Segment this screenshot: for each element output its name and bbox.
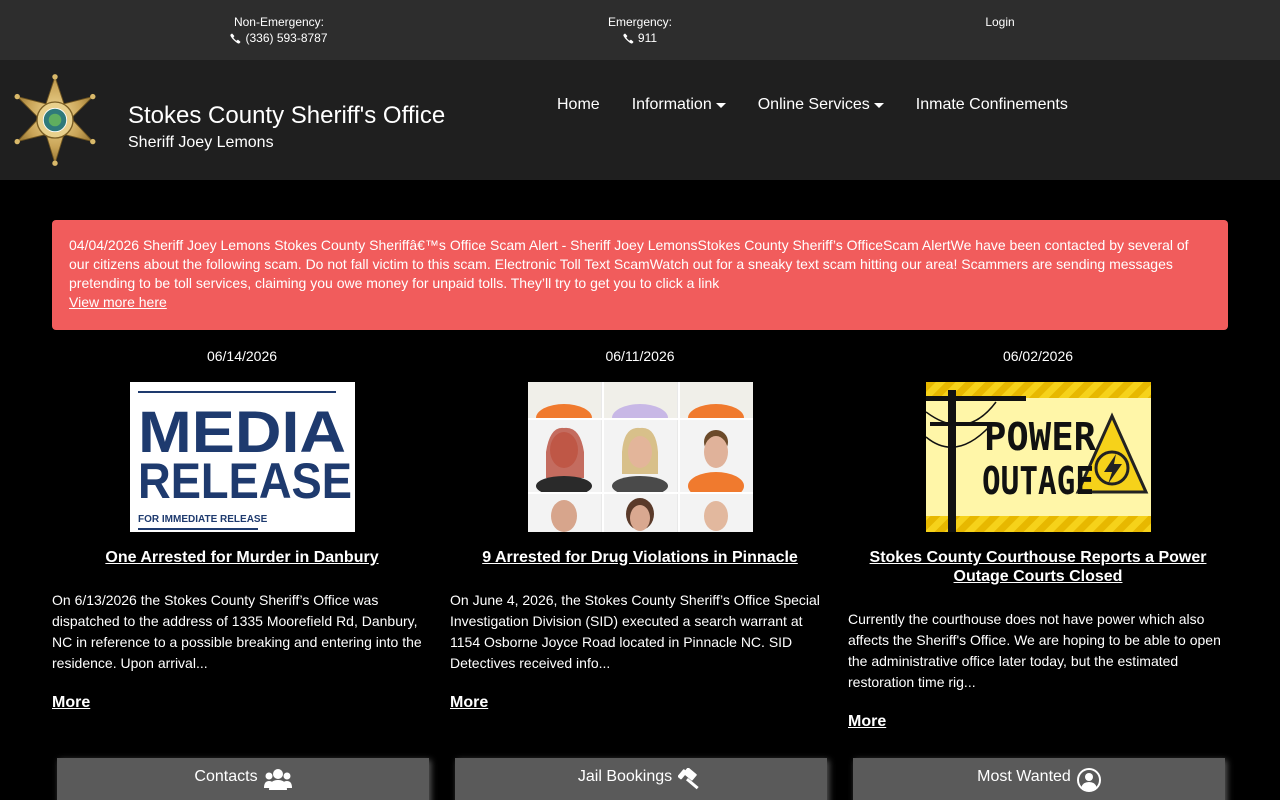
login-link[interactable]: Login [960, 14, 1040, 30]
scam-alert-banner: 04/04/2026 Sheriff Joey Lemons Stokes Co… [52, 220, 1228, 330]
caret-down-icon [873, 103, 884, 108]
nav-home[interactable]: Home [557, 94, 600, 116]
news-more-link[interactable]: More [52, 694, 90, 712]
news-date: 06/14/2026 [206, 348, 278, 364]
nav-inmate-confinements-label: Inmate Confinements [915, 96, 1068, 113]
alert-text: 04/04/2026 Sheriff Joey Lemons Stokes Co… [69, 237, 1189, 291]
nav-online-services-label: Online Services [757, 96, 870, 113]
site-header: Stokes County Sheriff's Office Sheriff J… [0, 60, 1280, 180]
news-excerpt: On 6/13/2026 the Stokes County Sheriff’s… [52, 592, 422, 671]
caret-down-icon [715, 103, 726, 108]
thumb-outage-text: OUTAGE [982, 459, 1094, 503]
thumb-power-text: POWER [984, 415, 1096, 459]
nav-inmate-confinements[interactable]: Inmate Confinements [916, 94, 1068, 116]
news-more-link[interactable]: More [848, 713, 886, 731]
site-title[interactable]: Stokes County Sheriff's Office [128, 101, 445, 131]
news-card: 06/02/2026 POWER OUTAGE Stokes County Co… [848, 345, 1228, 731]
non-emergency-label: Non-Emergency: [233, 15, 325, 29]
site-subtitle: Sheriff Joey Lemons [128, 134, 274, 151]
non-emergency-phone[interactable]: (336) 593-8787 [230, 30, 328, 46]
news-title-link[interactable]: One Arrested for Murder in Danbury [52, 548, 432, 567]
nav-online-services[interactable]: Online Services [758, 94, 884, 116]
mugshots-thumbnail[interactable] [527, 382, 753, 532]
main-nav: Home Information Online Services Inmate … [557, 94, 1068, 116]
most-wanted-button[interactable]: Most Wanted [853, 758, 1225, 800]
nav-home-label: Home [557, 96, 600, 113]
emergency-contact: Emergency: 911 [580, 14, 700, 48]
thumb-immediate-text: FOR IMMEDIATE RELEASE [138, 514, 268, 525]
nav-information-label: Information [631, 96, 712, 113]
news-excerpt: Currently the courthouse does not have p… [848, 611, 1221, 690]
jail-bookings-label: Jail Bookings [577, 768, 673, 785]
non-emergency-contact: Non-Emergency: (336) 593-8787 [219, 14, 339, 48]
power-outage-thumbnail[interactable]: POWER OUTAGE [925, 382, 1151, 532]
news-title-link[interactable]: Stokes County Courthouse Reports a Power… [848, 548, 1228, 586]
news-excerpt: On June 4, 2026, the Stokes County Sheri… [450, 592, 820, 671]
news-date: 06/02/2026 [1002, 348, 1074, 364]
contacts-button[interactable]: Contacts [57, 758, 429, 800]
jail-bookings-button[interactable]: Jail Bookings [455, 758, 827, 800]
phone-icon [230, 33, 241, 44]
quick-links: Contacts Jail Bookings Most Wanted [0, 758, 1280, 800]
contacts-label: Contacts [194, 768, 258, 785]
phone-icon [623, 33, 634, 44]
alert-view-more-link[interactable]: View more here [69, 294, 167, 310]
news-date: 06/11/2026 [605, 348, 675, 364]
non-emergency-number: (336) 593-8787 [245, 31, 328, 45]
emergency-number: 911 [637, 31, 658, 45]
nav-information[interactable]: Information [632, 94, 726, 116]
user-circle-icon [1076, 768, 1101, 792]
media-release-thumbnail[interactable]: MEDIA RELEASE FOR IMMEDIATE RELEASE [129, 382, 355, 532]
users-group-icon [263, 769, 292, 790]
sheriff-star-badge-icon[interactable] [10, 70, 100, 170]
news-more-link[interactable]: More [450, 694, 488, 712]
thumb-release-text: RELEASE [138, 453, 352, 509]
news-title-link[interactable]: 9 Arrested for Drug Violations in Pinnac… [450, 548, 830, 567]
news-card: 06/14/2026 MEDIA RELEASE FOR IMMEDIATE R… [52, 345, 432, 712]
gavel-icon [678, 768, 699, 790]
top-utility-bar: Non-Emergency: (336) 593-8787 Emergency:… [0, 0, 1280, 60]
most-wanted-label: Most Wanted [977, 768, 1071, 785]
emergency-label: Emergency: [607, 15, 673, 29]
news-card: 06/11/2026 9 Arrested for Drug Violation… [450, 345, 830, 712]
emergency-phone[interactable]: 911 [623, 30, 657, 46]
